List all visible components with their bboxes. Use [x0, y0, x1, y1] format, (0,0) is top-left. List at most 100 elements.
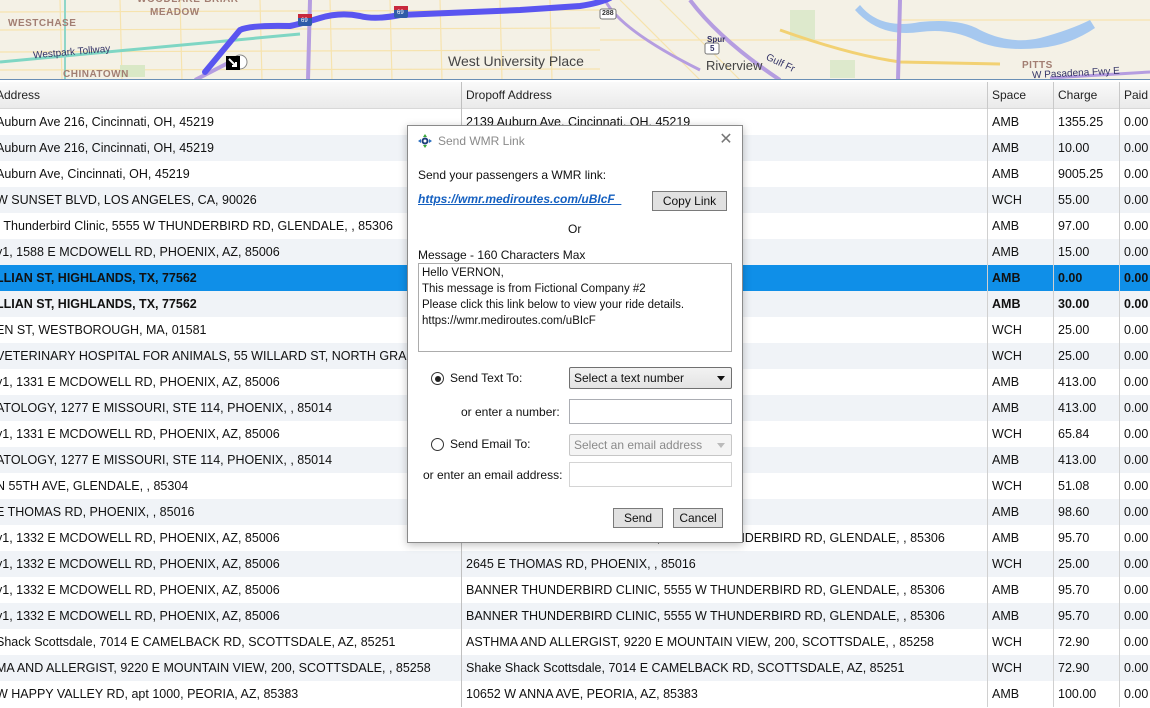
intro-text: Send your passengers a WMR link: — [418, 168, 607, 182]
pickup-address-cell: ATOLOGY, 1277 E MISSOURI, STE 114, PHOEN… — [0, 447, 462, 473]
pickup-address-cell: y1, 1331 E MCDOWELL RD, PHOENIX, AZ, 850… — [0, 421, 462, 447]
charge-cell: 413.00 — [1054, 447, 1120, 473]
table-row[interactable]: y1, 1332 E MCDOWELL RD, PHOENIX, AZ, 850… — [0, 551, 1150, 577]
table-row[interactable]: y1, 1332 E MCDOWELL RD, PHOENIX, AZ, 850… — [0, 603, 1150, 629]
charge-cell: 25.00 — [1054, 317, 1120, 343]
paid-cell: 0.00 — [1124, 505, 1149, 519]
charge-cell: 95.70 — [1054, 525, 1120, 551]
chevron-down-icon — [717, 376, 725, 381]
charge-cell: 97.00 — [1054, 213, 1120, 239]
space-cell: AMB — [988, 447, 1054, 473]
pickup-address-cell: y1, 1332 E MCDOWELL RD, PHOENIX, AZ, 850… — [0, 603, 462, 629]
space-cell: WCH — [988, 629, 1054, 655]
paid-cell: 0.00 — [1124, 661, 1149, 675]
table-row[interactable]: MA AND ALLERGIST, 9220 E MOUNTAIN VIEW, … — [0, 655, 1150, 681]
message-textarea[interactable]: Hello VERNON, This message is from Ficti… — [418, 263, 732, 352]
paid-cell: 0.00 — [1124, 687, 1149, 701]
wmr-link[interactable]: https://wmr.mediroutes.com/uBIcF — [418, 192, 621, 206]
paid-cell: 0.00 — [1124, 401, 1149, 415]
space-cell: WCH — [988, 551, 1054, 577]
chevron-down-icon — [717, 443, 725, 448]
pickup-address-cell: Auburn Ave 216, Cincinnati, OH, 45219 — [0, 135, 462, 161]
paid-cell: 0.00 — [1124, 245, 1149, 259]
charge-cell: 65.84 — [1054, 421, 1120, 447]
paid-cell: 0.00 — [1124, 167, 1149, 181]
send-email-radio[interactable] — [431, 438, 444, 451]
send-button[interactable]: Send — [613, 508, 663, 528]
paid-cell: 0.00 — [1124, 297, 1149, 311]
pickup-address-cell: LLIAN ST, HIGHLANDS, TX, 77562 — [0, 265, 462, 291]
charge-cell: 9005.25 — [1054, 161, 1120, 187]
pickup-address-cell: E THOMAS RD, PHOENIX, , 85016 — [0, 499, 462, 525]
paid-cell: 0.00 — [1124, 349, 1149, 363]
email-address-select[interactable]: Select an email address — [569, 434, 732, 456]
map-label-i69-a: 69 — [301, 18, 308, 24]
phone-number-input[interactable] — [569, 399, 732, 424]
charge-cell: 95.70 — [1054, 603, 1120, 629]
text-number-select-value: Select a text number — [574, 371, 685, 385]
table-row[interactable]: W HAPPY VALLEY RD, apt 1000, PEORIA, AZ,… — [0, 681, 1150, 707]
space-cell: AMB — [988, 239, 1054, 265]
pickup-address-cell: Auburn Ave, Cincinnati, OH, 45219 — [0, 161, 462, 187]
copy-link-button[interactable]: Copy Link — [652, 191, 727, 211]
email-address-input[interactable] — [569, 462, 732, 487]
pickup-address-cell: y1, 1332 E MCDOWELL RD, PHOENIX, AZ, 850… — [0, 577, 462, 603]
route-map[interactable]: WOODLAKE-BRIAR MEADOW WESTCHASE Westpark… — [0, 0, 1150, 80]
charge-cell: 1355.25 — [1054, 109, 1120, 135]
wmr-app-icon — [418, 134, 432, 148]
pickup-address-cell: LLIAN ST, HIGHLANDS, TX, 77562 — [0, 291, 462, 317]
space-cell: AMB — [988, 265, 1054, 291]
charge-cell: 30.00 — [1054, 291, 1120, 317]
charge-cell: 413.00 — [1054, 369, 1120, 395]
charge-cell: 25.00 — [1054, 551, 1120, 577]
dialog-title-bar[interactable]: Send WMR Link ✕ — [408, 126, 742, 156]
text-number-select[interactable]: Select a text number — [569, 367, 732, 389]
pickup-address-cell: MA AND ALLERGIST, 9220 E MOUNTAIN VIEW, … — [0, 655, 462, 681]
charge-cell: 98.60 — [1054, 499, 1120, 525]
send-text-radio[interactable] — [431, 372, 444, 385]
pickup-address-cell: Auburn Ave 216, Cincinnati, OH, 45219 — [0, 109, 462, 135]
column-header-space[interactable]: Space — [988, 82, 1054, 109]
charge-cell: 55.00 — [1054, 187, 1120, 213]
dropoff-address-cell: 10652 W ANNA AVE, PEORIA, AZ, 85383 — [462, 681, 988, 707]
paid-cell: 0.00 — [1124, 375, 1149, 389]
column-header-pickup-address[interactable]: Address — [0, 82, 462, 109]
enter-number-label: or enter a number: — [461, 405, 560, 419]
charge-cell: 413.00 — [1054, 395, 1120, 421]
table-row[interactable]: Shack Scottsdale, 7014 E CAMELBACK RD, S… — [0, 629, 1150, 655]
space-cell: AMB — [988, 525, 1054, 551]
pickup-address-cell: W SUNSET BLVD, LOS ANGELES, CA, 90026 — [0, 187, 462, 213]
charge-cell: 51.08 — [1054, 473, 1120, 499]
pickup-address-cell: y1, 1588 E MCDOWELL RD, PHOENIX, AZ, 850… — [0, 239, 462, 265]
space-cell: AMB — [988, 213, 1054, 239]
dropoff-address-cell: 2645 E THOMAS RD, PHOENIX, , 85016 — [462, 551, 988, 577]
paid-cell: 0.00 — [1124, 427, 1149, 441]
dropoff-address-cell: BANNER THUNDERBIRD CLINIC, 5555 W THUNDE… — [462, 577, 988, 603]
map-label-west-university: West University Place — [448, 53, 584, 69]
grid-header: Address Dropoff Address Space Charge Pai… — [0, 82, 1150, 109]
cancel-button[interactable]: Cancel — [673, 508, 723, 528]
message-label: Message - 160 Characters Max — [418, 248, 586, 262]
paid-cell: 0.00 — [1124, 453, 1149, 467]
charge-cell: 0.00 — [1054, 265, 1120, 291]
map-label-spur-number: 5 — [710, 44, 715, 53]
space-cell: AMB — [988, 577, 1054, 603]
map-label-meadow: MEADOW — [150, 7, 200, 18]
pickup-address-cell: N 55TH AVE, GLENDALE, , 85304 — [0, 473, 462, 499]
paid-cell: 0.00 — [1124, 323, 1149, 337]
column-header-dropoff-address[interactable]: Dropoff Address — [462, 82, 988, 109]
charge-cell: 15.00 — [1054, 239, 1120, 265]
dropoff-address-cell: BANNER THUNDERBIRD CLINIC, 5555 W THUNDE… — [462, 603, 988, 629]
pickup-address-cell: VETERINARY HOSPITAL FOR ANIMALS, 55 WILL… — [0, 343, 462, 369]
column-header-paid[interactable]: Paid — [1120, 82, 1150, 109]
paid-cell: 0.00 — [1124, 609, 1149, 623]
send-email-label: Send Email To: — [450, 437, 531, 451]
charge-cell: 72.90 — [1054, 629, 1120, 655]
space-cell: AMB — [988, 681, 1054, 707]
table-row[interactable]: y1, 1332 E MCDOWELL RD, PHOENIX, AZ, 850… — [0, 577, 1150, 603]
map-label-spur: Spur — [707, 35, 726, 44]
column-header-charge[interactable]: Charge — [1054, 82, 1120, 109]
close-icon[interactable]: ✕ — [718, 132, 734, 148]
space-cell: AMB — [988, 603, 1054, 629]
paid-cell: 0.00 — [1124, 115, 1149, 129]
